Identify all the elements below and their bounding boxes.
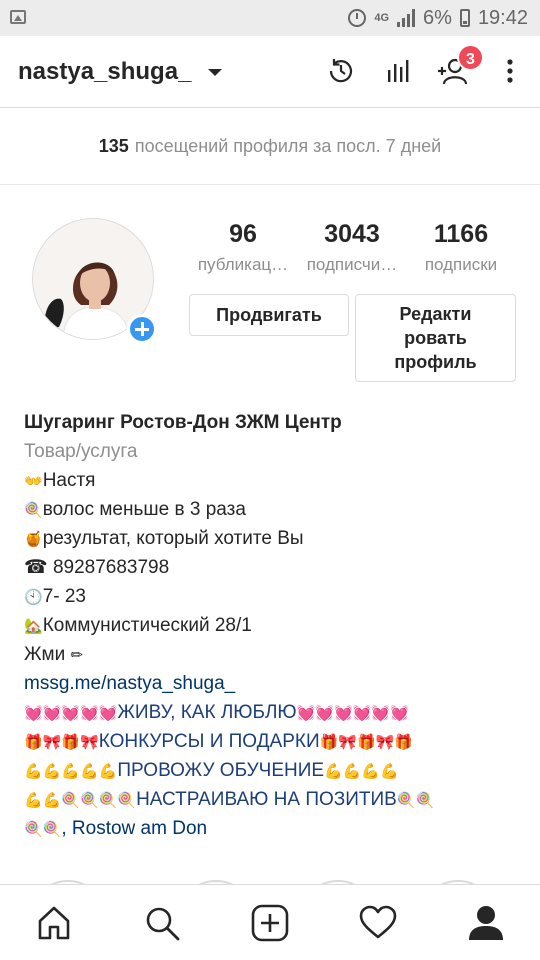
network-type: 4G (374, 12, 390, 24)
followers-label: подписчи… (306, 255, 398, 274)
honey-pot-emoji-icon: 🍯 (24, 531, 43, 548)
bio-line-7: Жми ✏ (24, 644, 84, 665)
history-icon[interactable] (326, 56, 356, 86)
pencil-emoji-icon: ✏ (70, 647, 84, 664)
battery-icon (459, 9, 470, 27)
house-emoji-icon: 🏡 (24, 618, 43, 635)
bio-line-8: 💓💓💓💓💓ЖИВУ, КАК ЛЮБЛЮ💓💓💓💓💓💓 (24, 702, 409, 723)
edit-profile-button[interactable]: Редакти ровать профиль (355, 294, 516, 382)
bio-line-10: 💪💪💪💪💪ПРОВОЖУ ОБУЧЕНИЕ 💪💪💪💪 (24, 760, 399, 781)
visits-count: 135 (98, 136, 129, 156)
posts-count: 96 (229, 220, 257, 248)
lollipop-emoji-icon: 🍭 (24, 502, 43, 519)
bio-line-11: 💪💪🍭🍭🍭🍭НАСТРАИВАЮ НА ПОЗИТИВ🍭🍭 (24, 789, 435, 810)
bio-website-link[interactable]: mssg.me/nastya_shuga_ (24, 669, 524, 698)
bio-line-1: 👐Настя (24, 470, 96, 491)
lollipop-emoji-icon: 🍭🍭 (24, 821, 62, 838)
bio-line-2: 🍭волос меньше в 3 раза (24, 499, 246, 520)
chevron-down-icon[interactable] (208, 69, 222, 76)
clock: 19:42 (477, 6, 528, 29)
gift-emoji-icon: 🎁🎀🎁🎀 (24, 734, 99, 751)
gallery-notification-icon (10, 10, 26, 24)
edit-profile-label-3: профиль (394, 352, 477, 372)
followers-count: 3043 (324, 220, 380, 248)
muscle-emoji-icon: 💪💪💪💪💪 (24, 763, 118, 780)
heart-emoji-icon: 💓💓💓💓💓 (24, 705, 118, 722)
account-switcher[interactable]: nastya_shuga_ (18, 58, 191, 86)
battery-percent: 6% (423, 6, 452, 29)
muscle-emoji-icon: 💪💪🍭🍭🍭🍭 (24, 792, 137, 809)
promote-button[interactable]: Продвигать (189, 294, 349, 336)
notification-badge: 3 (457, 44, 484, 71)
profile-name: Шугаринг Ростов-Дон ЗЖМ Центр (24, 412, 342, 433)
location-link[interactable]: , Rostow am Don (61, 818, 207, 839)
edit-profile-label-1: Редакти (399, 304, 472, 324)
muscle-emoji-icon: 💪💪💪💪 (324, 763, 399, 780)
gift-emoji-icon: 🎁🎀🎁🎀🎁 (319, 734, 413, 751)
edit-profile-label-2: ровать (404, 328, 467, 348)
more-options-icon[interactable] (497, 56, 523, 86)
profile-icon[interactable] (466, 903, 506, 943)
heart-emoji-icon: 💓💓💓💓💓💓 (296, 705, 409, 722)
stat-followers[interactable]: 3043 подписчи… (296, 220, 408, 275)
following-count: 1166 (433, 220, 489, 248)
bio-location: 🍭🍭, Rostow am Don (24, 814, 524, 843)
visits-text: посещений профиля за посл. 7 дней (134, 136, 442, 156)
insights-icon[interactable] (384, 56, 414, 86)
bio-address: 🏡Коммунистический 28/1 (24, 615, 252, 636)
lollipop-emoji-icon: 🍭🍭 (396, 792, 435, 809)
profile-bio: Шугаринг Ростов-Дон ЗЖМ Центр Товар/услу… (24, 408, 524, 843)
home-icon[interactable] (34, 903, 74, 943)
bio-phone: ☎ 89287683798 (24, 557, 170, 578)
status-bar-right: 4G 6% 19:42 (348, 0, 528, 36)
signal-icon (397, 9, 416, 27)
bottom-navigation (0, 884, 540, 960)
activity-heart-icon[interactable] (358, 903, 398, 943)
search-icon[interactable] (142, 903, 182, 943)
profile-category: Товар/услуга (24, 441, 138, 462)
bio-hours: 🕙7- 23 (24, 586, 86, 607)
add-story-button[interactable] (127, 314, 157, 344)
profile-visits-banner[interactable]: 135 посещений профиля за посл. 7 дней (0, 109, 540, 185)
stat-following[interactable]: 1166 подписки (405, 220, 517, 275)
posts-label: публикац… (197, 255, 289, 274)
stat-posts[interactable]: 96 публикац… (187, 220, 299, 275)
alarm-icon (348, 9, 367, 27)
bio-line-3: 🍯результат, который хотите Вы (24, 528, 304, 549)
following-label: подписки (424, 255, 498, 274)
profile-header-bar: nastya_shuga_ 3 (0, 36, 540, 108)
hands-emoji-icon: 👐 (24, 473, 43, 490)
add-post-icon[interactable] (250, 903, 290, 943)
status-bar: 4G 6% 19:42 (0, 0, 540, 36)
clock-emoji-icon: 🕙 (24, 589, 43, 606)
bio-line-9: 🎁🎀🎁🎀 КОНКУРСЫ И ПОДАРКИ 🎁🎀🎁🎀🎁 (24, 731, 413, 752)
